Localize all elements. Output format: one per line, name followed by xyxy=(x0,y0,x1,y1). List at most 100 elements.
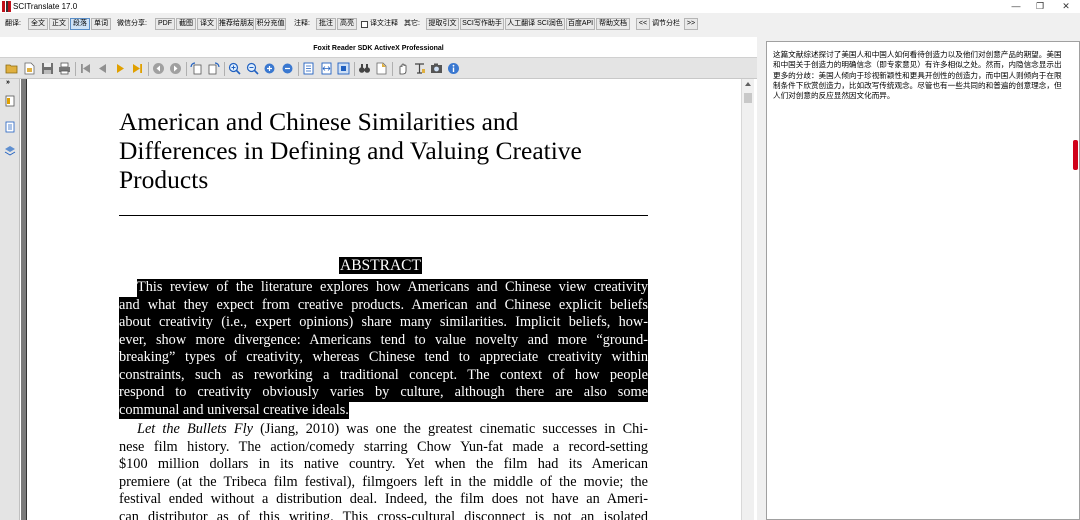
collapse-panel-button[interactable]: » xyxy=(6,79,10,86)
last-page-icon[interactable] xyxy=(131,62,144,75)
zoom-out-icon[interactable] xyxy=(246,62,259,75)
body-line-text: (Jiang, 2010) was one the greatest cinem… xyxy=(252,421,648,437)
film-title: Let the Bullets Fly xyxy=(137,421,253,437)
window-title: SCITranslate 17.0 xyxy=(13,2,78,11)
document-area: American and Chinese Similarities and Di… xyxy=(21,79,741,520)
body-line[interactable]: premiere (at the Tribeca film festival),… xyxy=(119,474,648,492)
abstract-line[interactable]: This review of the literature explores h… xyxy=(137,279,648,297)
rotate-right-icon[interactable] xyxy=(207,62,220,75)
toolbar-separator xyxy=(298,62,299,76)
translation-pane[interactable]: 这篇文献综述探讨了美国人和中国人如何看待创造力以及他们对创意产品的期望。美国和中… xyxy=(766,41,1080,520)
close-button[interactable]: ✕ xyxy=(1054,0,1078,13)
abstract-line[interactable]: respond to creativity obviously varies b… xyxy=(119,384,648,402)
abstract-line[interactable]: about creativity (i.e., expert opinions)… xyxy=(119,314,648,332)
scitranslate-window: SCITranslate 17.0 — ❐ ✕ 翻译: 全文 正文 段落 单词 … xyxy=(0,0,1080,520)
title-divider xyxy=(119,215,648,216)
print-icon[interactable] xyxy=(58,62,71,75)
abstract-line[interactable]: breaking” types of creativity, whereas C… xyxy=(119,349,648,367)
abstract-line[interactable]: communal and universal creative ideals. xyxy=(119,401,349,419)
body-line[interactable]: Let the Bullets Fly (Jiang, 2010) was on… xyxy=(137,421,648,439)
abstract-line[interactable]: constraints, such as reworking a traditi… xyxy=(119,366,648,384)
toolbar-separator xyxy=(354,62,355,76)
save-icon[interactable] xyxy=(41,62,54,75)
title-line: American and Chinese Similarities and xyxy=(119,107,519,136)
back-icon[interactable] xyxy=(152,62,165,75)
translation-scrollbar-thumb[interactable] xyxy=(1073,140,1078,170)
share-translation-button[interactable]: 译文 xyxy=(197,18,217,30)
bookmarks-panel-icon[interactable] xyxy=(4,121,16,133)
translation-note-checkbox[interactable] xyxy=(361,21,368,28)
bookmark-page-icon[interactable] xyxy=(375,62,388,75)
document-scrollbar[interactable] xyxy=(741,79,754,520)
abstract-line[interactable]: and what they expect from creative produ… xyxy=(119,296,648,314)
toolbar-separator xyxy=(75,62,76,76)
share-screenshot-button[interactable]: 截图 xyxy=(176,18,196,30)
open-file-icon[interactable] xyxy=(23,62,36,75)
forward-icon[interactable] xyxy=(169,62,182,75)
translate-word-button[interactable]: 单词 xyxy=(91,18,111,30)
recommend-friend-button[interactable]: 推荐给朋友 xyxy=(218,18,254,30)
title-bar: SCITranslate 17.0 — ❐ ✕ xyxy=(0,0,1080,13)
viewer-toolbar xyxy=(0,57,757,79)
annotate-button[interactable]: 批注 xyxy=(316,18,336,30)
next-page-icon[interactable] xyxy=(114,62,127,75)
translate-group-label: 翻译: xyxy=(5,20,21,27)
pdf-page[interactable]: American and Chinese Similarities and Di… xyxy=(26,79,741,520)
zoom-in-icon[interactable] xyxy=(228,62,241,75)
fit-width-icon[interactable] xyxy=(320,62,333,75)
open-folder-icon[interactable] xyxy=(5,62,18,75)
about-icon[interactable] xyxy=(447,62,460,75)
paper-title: American and Chinese Similarities and Di… xyxy=(119,107,659,194)
body-line[interactable]: $100 million dollars in its native count… xyxy=(119,456,648,474)
abstract-line[interactable]: ever, show more divergence: Americans te… xyxy=(119,331,648,349)
previous-page-icon[interactable] xyxy=(96,62,109,75)
layers-panel-icon[interactable] xyxy=(4,145,16,157)
viewer-title: Foxit Reader SDK ActiveX Professional xyxy=(313,45,444,52)
translate-paragraph-button[interactable]: 段落 xyxy=(70,18,90,30)
sci-writing-assistant-button[interactable]: SCI写作助手 xyxy=(460,18,504,30)
layout-right-button[interactable]: >> xyxy=(684,18,698,30)
highlight-button[interactable]: 高亮 xyxy=(337,18,357,30)
scroll-up-icon[interactable] xyxy=(745,82,751,86)
share-pdf-button[interactable]: PDF xyxy=(155,18,175,30)
title-line: Products xyxy=(119,165,209,194)
first-page-icon[interactable] xyxy=(79,62,92,75)
pages-panel-icon[interactable] xyxy=(4,95,16,107)
extract-citations-button[interactable]: 提取引文 xyxy=(426,18,459,30)
text-select-icon[interactable] xyxy=(413,62,426,75)
viewer-side-panel: » xyxy=(0,79,20,520)
zoom-circle-out-icon[interactable] xyxy=(281,62,294,75)
help-docs-button[interactable]: 帮助文档 xyxy=(596,18,630,30)
find-icon[interactable] xyxy=(358,62,371,75)
snapshot-icon[interactable] xyxy=(430,62,443,75)
body-line[interactable]: festival ended without a distribution de… xyxy=(119,491,648,509)
translation-text[interactable]: 这篇文献综述探讨了美国人和中国人如何看待创造力以及他们对创意产品的期望。美国和中… xyxy=(773,50,1067,101)
command-bar: 翻译: 全文 正文 段落 单词 微信分享: PDF 截图 译文 推荐给朋友 积分… xyxy=(0,14,1080,36)
body-line[interactable]: nese film history. The action/comedy sta… xyxy=(119,439,648,457)
translate-full-button[interactable]: 全文 xyxy=(28,18,48,30)
title-line: Differences in Defining and Valuing Crea… xyxy=(119,136,582,165)
rotate-left-icon[interactable] xyxy=(190,62,203,75)
body-line[interactable]: can distributor as of this writing. This… xyxy=(119,509,648,520)
note-group-label: 注释: xyxy=(294,20,310,27)
toolbar-separator xyxy=(224,62,225,76)
share-group-label: 微信分享: xyxy=(117,20,147,27)
hand-tool-icon[interactable] xyxy=(396,62,409,75)
maximize-button[interactable]: ❐ xyxy=(1028,0,1052,13)
pane-splitter[interactable] xyxy=(757,37,766,520)
translation-note-label: 译文注释 xyxy=(370,20,398,27)
scrollbar-thumb[interactable] xyxy=(744,93,752,103)
baidu-api-button[interactable]: 百度API xyxy=(566,18,595,30)
minimize-button[interactable]: — xyxy=(1004,0,1028,13)
app-logo-icon xyxy=(2,1,11,12)
translate-body-button[interactable]: 正文 xyxy=(49,18,69,30)
human-translation-button[interactable]: 人工翻译 SCI润色 xyxy=(505,18,565,30)
points-recharge-button[interactable]: 积分充值 xyxy=(255,18,286,30)
layout-left-button[interactable]: << xyxy=(636,18,650,30)
actual-size-icon[interactable] xyxy=(337,62,350,75)
toolbar-separator xyxy=(186,62,187,76)
other-group-label: 其它: xyxy=(404,20,420,27)
zoom-circle-in-icon[interactable] xyxy=(263,62,276,75)
fit-page-icon[interactable] xyxy=(302,62,315,75)
toolbar-separator xyxy=(148,62,149,76)
